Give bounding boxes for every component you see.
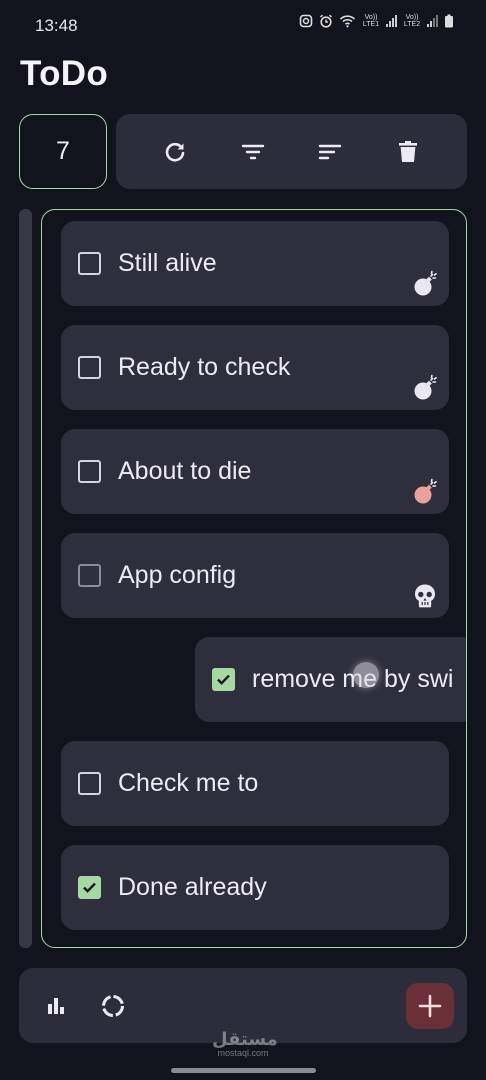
task-checkbox[interactable] bbox=[78, 564, 101, 587]
task-checkbox[interactable] bbox=[78, 876, 101, 899]
task-label: Check me to bbox=[118, 769, 259, 797]
filter-button[interactable] bbox=[240, 139, 266, 165]
status-bar: 13:48 Vo)) LTE1 Vo)) LTE2 bbox=[0, 0, 486, 52]
refresh-button[interactable] bbox=[162, 139, 188, 165]
sort-icon bbox=[318, 144, 342, 160]
alarm-icon bbox=[319, 14, 333, 28]
refresh-icon bbox=[165, 142, 185, 162]
task-label: App config bbox=[118, 561, 237, 589]
task-checkbox[interactable] bbox=[78, 460, 101, 483]
delete-button[interactable] bbox=[395, 139, 421, 165]
page-title: ToDo bbox=[20, 54, 109, 93]
task-count: 7 bbox=[56, 137, 70, 165]
task-checkbox[interactable] bbox=[78, 772, 101, 795]
task-item[interactable]: Check me to bbox=[61, 741, 449, 826]
stats-button[interactable] bbox=[42, 992, 70, 1020]
signal-icon bbox=[386, 15, 397, 27]
task-item[interactable]: About to die bbox=[61, 429, 449, 514]
task-item[interactable]: Ready to check bbox=[61, 325, 449, 410]
task-label: Ready to check bbox=[118, 353, 291, 381]
task-item-swiping[interactable]: remove me by swi bbox=[195, 637, 466, 722]
task-label: Done already bbox=[118, 873, 267, 901]
battery-icon bbox=[445, 14, 453, 28]
task-list: Still alive Ready to check About to die … bbox=[41, 209, 467, 948]
stats-icon bbox=[48, 998, 64, 1014]
check-icon bbox=[83, 882, 96, 893]
skull-icon bbox=[415, 584, 435, 608]
check-icon bbox=[217, 674, 230, 685]
delete-icon bbox=[399, 141, 417, 162]
status-icons: Vo)) LTE1 Vo)) LTE2 bbox=[299, 14, 454, 28]
scrollbar[interactable] bbox=[19, 209, 32, 948]
task-label: About to die bbox=[118, 457, 252, 485]
task-item[interactable]: App config bbox=[61, 533, 449, 618]
wifi-icon bbox=[339, 15, 356, 28]
watermark: مستقل mostaql.com bbox=[212, 1029, 278, 1058]
task-checkbox[interactable] bbox=[212, 668, 235, 691]
touch-indicator bbox=[353, 662, 379, 688]
bomb-icon bbox=[414, 374, 437, 400]
add-task-button[interactable] bbox=[406, 983, 454, 1029]
sim1-label: Vo)) LTE1 bbox=[362, 14, 380, 28]
task-label: Still alive bbox=[118, 249, 217, 277]
sim2-label: Vo)) LTE2 bbox=[403, 14, 421, 28]
status-time: 13:48 bbox=[35, 16, 78, 35]
task-count-badge: 7 bbox=[19, 114, 107, 189]
signal-icon bbox=[427, 15, 438, 27]
instagram-icon bbox=[299, 14, 313, 28]
progress-button[interactable] bbox=[99, 992, 127, 1020]
watermark-logo: مستقل bbox=[212, 1029, 278, 1049]
task-item[interactable]: Still alive bbox=[61, 221, 449, 306]
toolbar bbox=[116, 114, 467, 189]
task-item[interactable]: Done already bbox=[61, 845, 449, 930]
bomb-icon bbox=[414, 478, 437, 504]
task-label: remove me by swi bbox=[252, 665, 454, 693]
gesture-handle[interactable] bbox=[171, 1068, 316, 1073]
task-checkbox[interactable] bbox=[78, 356, 101, 379]
sort-button[interactable] bbox=[317, 139, 343, 165]
progress-ring-icon bbox=[102, 995, 124, 1017]
task-checkbox[interactable] bbox=[78, 252, 101, 275]
plus-icon bbox=[418, 994, 442, 1018]
bomb-icon bbox=[414, 270, 437, 296]
watermark-url: mostaql.com bbox=[217, 1048, 269, 1058]
filter-icon bbox=[241, 144, 265, 160]
